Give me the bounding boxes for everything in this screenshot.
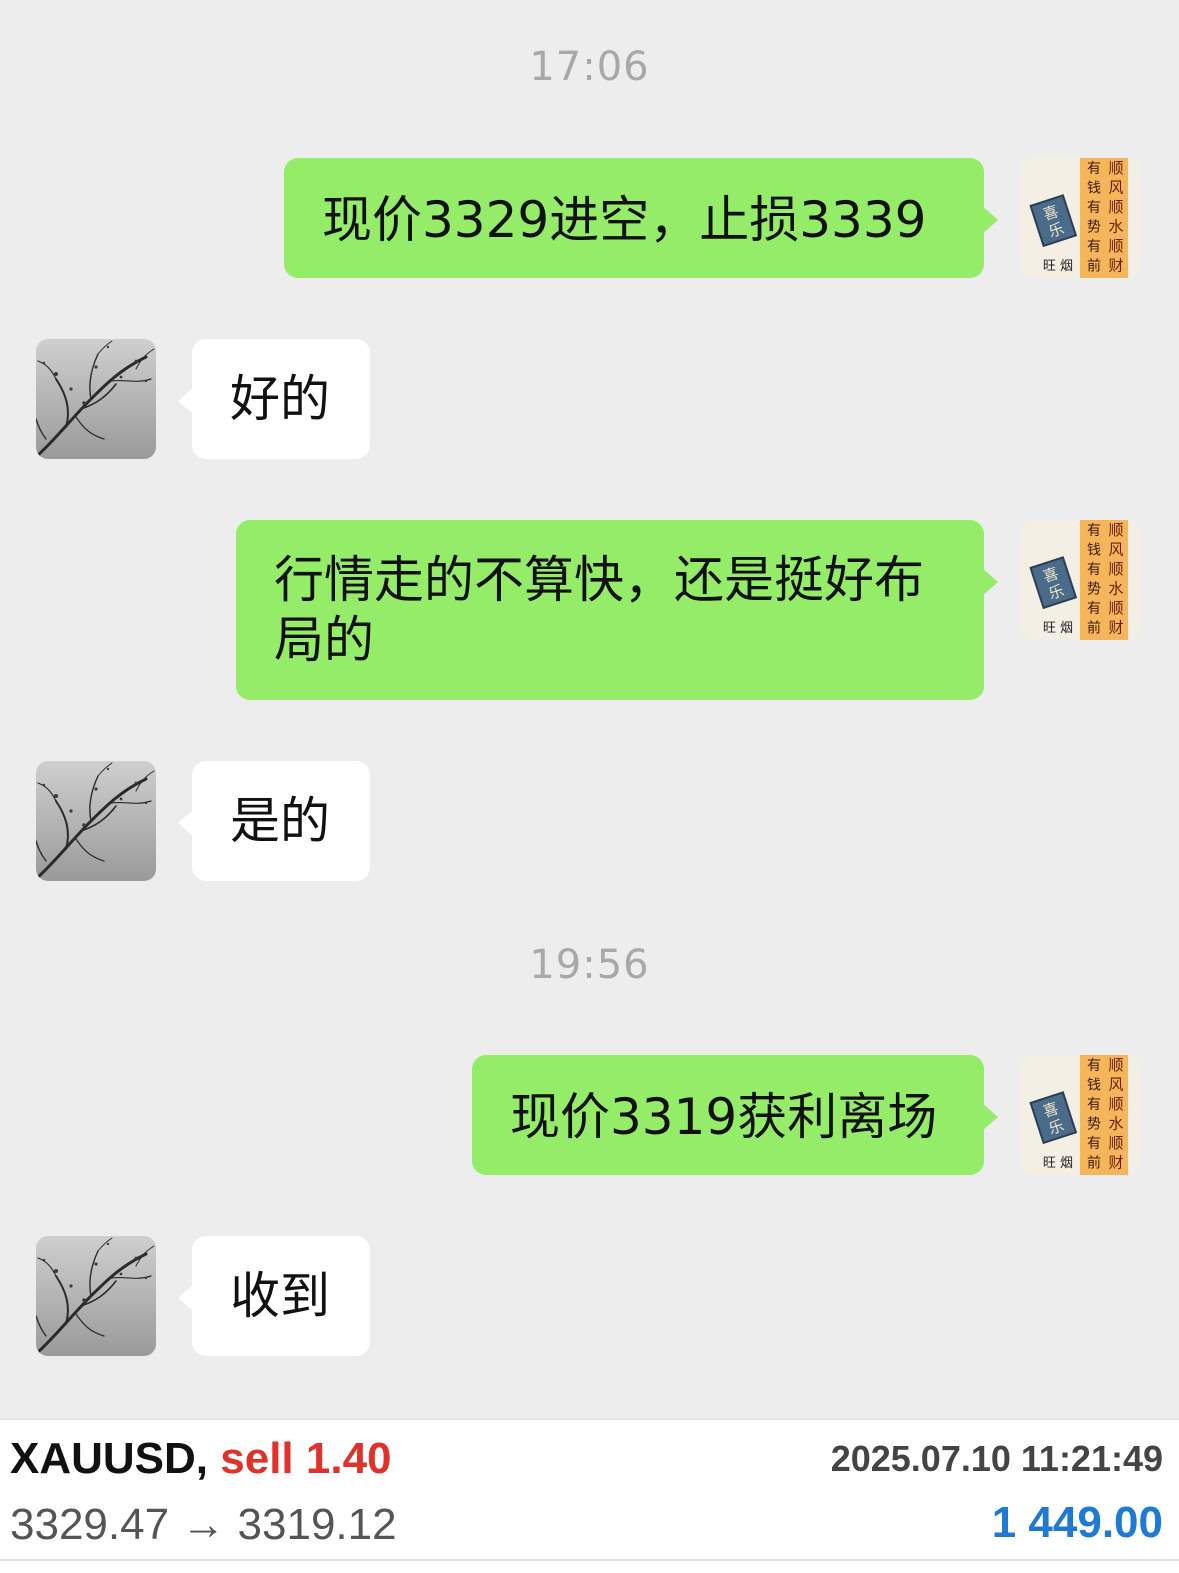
bubble-tail [178,387,194,415]
open-price: 3329.47 [10,1500,170,1549]
svg-text:财: 财 [1108,257,1123,275]
trade-symbol: XAUUSD, [10,1434,209,1483]
svg-text:顺: 顺 [1108,1056,1123,1074]
svg-text:旺 烟: 旺 烟 [1043,1156,1073,1171]
trade-side: sell [220,1434,294,1483]
outgoing-message[interactable]: 现价3329进空，止损3339 [284,158,998,278]
message-text: 好的 [230,370,330,428]
svg-text:顺: 顺 [1108,521,1123,539]
svg-text:水: 水 [1108,1115,1123,1133]
message-text: 收到 [230,1267,330,1325]
trade-prices: 3329.47 → 3319.12 [10,1500,397,1550]
svg-text:前: 前 [1087,1155,1101,1172]
svg-text:水: 水 [1108,218,1123,236]
svg-text:有: 有 [1087,200,1101,216]
svg-text:有: 有 [1087,1058,1101,1074]
arrow-icon: → [181,1500,226,1549]
my-avatar[interactable]: 顺风顺水顺财 有钱有势有前 喜乐 旺 烟 [1020,1055,1140,1175]
svg-text:前: 前 [1087,258,1101,275]
svg-text:旺 烟: 旺 烟 [1043,259,1073,274]
close-price: 3319.12 [237,1500,397,1549]
svg-text:顺: 顺 [1108,198,1123,216]
trade-lots: 1.40 [305,1434,392,1483]
svg-text:势: 势 [1087,582,1101,598]
svg-text:风: 风 [1108,1076,1123,1094]
contact-avatar[interactable] [36,1236,156,1356]
trade-datetime: 2025.07.10 11:21:49 [830,1438,1163,1479]
svg-text:有: 有 [1087,1097,1101,1113]
bubble-tail [178,809,194,837]
outgoing-message[interactable]: 现价3319获利离场 [472,1055,998,1175]
timestamp: 17:06 [529,44,650,90]
svg-text:有: 有 [1087,601,1101,617]
svg-text:有: 有 [1087,239,1101,255]
svg-text:财: 财 [1108,619,1123,637]
svg-text:风: 风 [1108,179,1123,197]
message-text: 现价3319获利离场 [510,1088,938,1146]
my-avatar[interactable]: 顺风顺水顺财 有钱有势有前 喜乐 旺 烟 [1020,520,1140,640]
svg-text:前: 前 [1087,620,1101,637]
svg-text:顺: 顺 [1108,159,1123,177]
timestamp: 19:56 [529,942,650,988]
svg-text:旺 烟: 旺 烟 [1043,621,1073,636]
tree-photo-icon [36,1236,156,1356]
calligraphy-avatar-icon: 顺风顺水顺财 有钱有势有前 喜乐 旺 烟 [1020,520,1140,640]
incoming-message[interactable]: 好的 [178,339,370,459]
trade-profit: 1 449.00 [991,1498,1163,1547]
svg-text:有: 有 [1087,1136,1101,1152]
svg-text:风: 风 [1108,541,1123,559]
tree-photo-icon [36,339,156,459]
calligraphy-avatar-icon: 顺风顺水顺财 有钱有势有前 喜乐 旺 烟 [1020,158,1140,278]
message-text-line: 局的 [274,611,374,669]
svg-text:水: 水 [1108,580,1123,598]
svg-text:顺: 顺 [1108,1095,1123,1113]
divider [0,1559,1179,1561]
my-avatar[interactable]: 顺风顺水顺财 有钱有势有前 喜乐 旺 烟 [1020,158,1140,278]
svg-text:财: 财 [1108,1154,1123,1172]
contact-avatar[interactable] [36,339,156,459]
svg-text:有: 有 [1087,562,1101,578]
svg-text:钱: 钱 [1087,1078,1101,1094]
bubble-tail [982,568,998,596]
bubble-tail [982,1103,998,1131]
contact-avatar[interactable] [36,761,156,881]
svg-text:顺: 顺 [1108,560,1123,578]
svg-text:有: 有 [1087,523,1101,539]
svg-text:有: 有 [1087,161,1101,177]
svg-text:顺: 顺 [1108,237,1123,255]
trade-record[interactable]: XAUUSD, sell 1.40 2025.07.10 11:21:49 33… [0,1418,1179,1573]
bubble-tail [982,206,998,234]
incoming-message[interactable]: 是的 [178,761,370,881]
svg-text:势: 势 [1087,1117,1101,1133]
incoming-message[interactable]: 收到 [178,1236,370,1356]
calligraphy-avatar-icon: 顺风顺水顺财 有钱有势有前 喜乐 旺 烟 [1020,1055,1140,1175]
svg-text:钱: 钱 [1087,181,1101,197]
svg-text:钱: 钱 [1087,543,1101,559]
bubble-tail [178,1284,194,1312]
message-text: 是的 [230,792,330,850]
message-text-line: 行情走的不算快，还是挺好布 [274,551,924,609]
svg-text:顺: 顺 [1108,599,1123,617]
outgoing-message[interactable]: 行情走的不算快，还是挺好布 局的 [236,520,998,700]
trade-header: XAUUSD, sell 1.40 [10,1434,392,1484]
message-text: 现价3329进空，止损3339 [322,191,927,249]
svg-text:势: 势 [1087,220,1101,236]
tree-photo-icon [36,761,156,881]
svg-text:顺: 顺 [1108,1134,1123,1152]
